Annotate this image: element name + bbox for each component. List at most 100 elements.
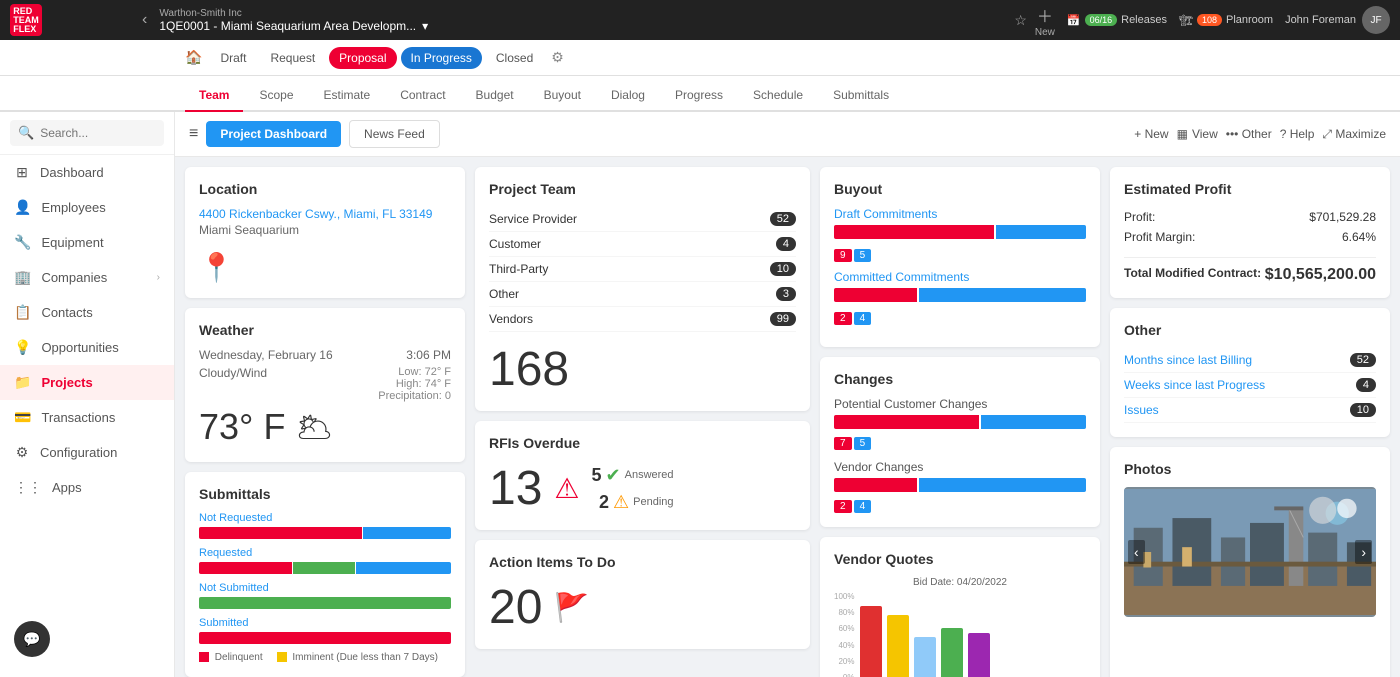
project-selector[interactable]: 1QE0001 - Miami Seaquarium Area Developm… bbox=[159, 19, 1006, 33]
toolbar-right: + New ▦ View ••• Other ? Help ⤢ Maximize bbox=[1134, 127, 1386, 142]
menu-icon-button[interactable]: ≡ bbox=[189, 125, 198, 143]
vendor-red-bar bbox=[834, 478, 917, 492]
not-requested-label[interactable]: Not Requested bbox=[199, 512, 451, 524]
other-button[interactable]: ••• Other bbox=[1226, 127, 1272, 141]
dropdown-icon[interactable]: ▾ bbox=[422, 19, 428, 33]
requested-label[interactable]: Requested bbox=[199, 547, 451, 559]
weather-title: Weather bbox=[199, 322, 451, 338]
answered-label: Answered bbox=[625, 469, 674, 481]
new-button[interactable]: ＋ New bbox=[1035, 3, 1055, 38]
not-submitted-label[interactable]: Not Submitted bbox=[199, 582, 451, 594]
settings-icon[interactable]: ⚙ bbox=[551, 49, 564, 66]
sidebar: 🔍 ⊞ Dashboard 👤 Employees 🔧 Equipment 🏢 … bbox=[0, 112, 175, 677]
weather-card: Weather Wednesday, February 16 3:06 PM C… bbox=[185, 308, 465, 462]
stage-draft[interactable]: Draft bbox=[210, 47, 256, 69]
issues-label[interactable]: Issues bbox=[1124, 403, 1159, 417]
stage-proposal[interactable]: Proposal bbox=[329, 47, 396, 69]
sidebar-item-employees[interactable]: 👤 Employees bbox=[0, 190, 174, 225]
submittal-not-requested: Not Requested bbox=[199, 512, 451, 539]
sidebar-item-companies[interactable]: 🏢 Companies › bbox=[0, 260, 174, 295]
draft-commitments-label[interactable]: Draft Commitments bbox=[834, 207, 1086, 221]
new-label: New bbox=[1035, 27, 1055, 38]
sidebar-item-equipment[interactable]: 🔧 Equipment bbox=[0, 225, 174, 260]
stage-closed[interactable]: Closed bbox=[486, 47, 543, 69]
tab-budget[interactable]: Budget bbox=[462, 80, 528, 112]
other-card: Other Months since last Billing 52 Weeks… bbox=[1110, 308, 1390, 437]
favorite-button[interactable]: ☆ bbox=[1014, 12, 1027, 29]
weather-condition: Cloudy/Wind bbox=[199, 366, 267, 402]
col-3: Buyout Draft Commitments 9 5 Committed C… bbox=[820, 167, 1100, 677]
chat-bubble-button[interactable]: 💬 bbox=[14, 621, 50, 657]
submitted-label[interactable]: Submitted bbox=[199, 617, 451, 629]
billing-label[interactable]: Months since last Billing bbox=[1124, 353, 1252, 367]
sidebar-item-transactions[interactable]: 💳 Transactions bbox=[0, 400, 174, 435]
tab-estimate[interactable]: Estimate bbox=[310, 80, 385, 112]
photo-next-button[interactable]: › bbox=[1355, 540, 1372, 564]
location-name: Miami Seaquarium bbox=[199, 223, 451, 237]
buyout-card: Buyout Draft Commitments 9 5 Committed C… bbox=[820, 167, 1100, 347]
not-submitted-bar bbox=[199, 597, 451, 609]
changes-title: Changes bbox=[834, 371, 1086, 387]
employees-icon: 👤 bbox=[14, 199, 31, 216]
stage-inprogress[interactable]: In Progress bbox=[401, 47, 482, 69]
imminent-legend: Imminent (Due less than 7 Days) bbox=[277, 652, 438, 663]
planroom-group[interactable]: 🏗 108 Planroom bbox=[1179, 14, 1273, 27]
sidebar-item-contacts[interactable]: 📋 Contacts bbox=[0, 295, 174, 330]
new-toolbar-button[interactable]: + New bbox=[1134, 127, 1168, 141]
committed-commitments-label[interactable]: Committed Commitments bbox=[834, 270, 1086, 284]
search-input[interactable] bbox=[40, 126, 156, 140]
view-label: View bbox=[1192, 127, 1218, 141]
home-icon[interactable]: 🏠 bbox=[185, 49, 202, 66]
sidebar-item-apps[interactable]: ⋮⋮ Apps bbox=[0, 470, 174, 505]
maximize-button[interactable]: ⤢ Maximize bbox=[1322, 127, 1386, 142]
location-address[interactable]: 4400 Rickenbacker Cswy., Miami, FL 33149 bbox=[199, 207, 451, 221]
tab-progress[interactable]: Progress bbox=[661, 80, 737, 112]
tab-buyout[interactable]: Buyout bbox=[530, 80, 595, 112]
vendor-numbers: 2 4 bbox=[834, 500, 1086, 513]
weather-details: Low: 72° F High: 74° F Precipitation: 0 bbox=[378, 366, 451, 402]
sidebar-label-transactions: Transactions bbox=[41, 410, 115, 425]
project-dashboard-button[interactable]: Project Dashboard bbox=[206, 121, 341, 147]
user-avatar[interactable]: JF bbox=[1362, 6, 1390, 34]
releases-group[interactable]: 📅 06/16 Releases bbox=[1067, 14, 1167, 27]
contract-value: $10,565,200.00 bbox=[1265, 266, 1376, 284]
contacts-icon: 📋 bbox=[14, 304, 31, 321]
view-button[interactable]: ▦ View bbox=[1177, 127, 1218, 141]
news-feed-button[interactable]: News Feed bbox=[349, 120, 440, 148]
customer-blue-num: 5 bbox=[854, 437, 872, 450]
sidebar-item-opportunities[interactable]: 💡 Opportunities bbox=[0, 330, 174, 365]
progress-label[interactable]: Weeks since last Progress bbox=[1124, 378, 1265, 392]
photo-prev-button[interactable]: ‹ bbox=[1128, 540, 1145, 564]
tab-dialog[interactable]: Dialog bbox=[597, 80, 659, 112]
sidebar-item-configuration[interactable]: ⚙ Configuration bbox=[0, 435, 174, 470]
team-row-vendors: Vendors 99 bbox=[489, 307, 796, 332]
weather-high: High: 74° F bbox=[378, 378, 451, 390]
weather-day: Wednesday, February 16 bbox=[199, 348, 333, 362]
col-4: Estimated Profit Profit: $701,529.28 Pro… bbox=[1110, 167, 1390, 677]
photo-placeholder bbox=[1124, 487, 1376, 617]
imminent-color bbox=[277, 652, 287, 662]
vendor-blue-num: 4 bbox=[854, 500, 872, 513]
progress-count: 4 bbox=[1356, 378, 1376, 392]
tab-scope[interactable]: Scope bbox=[245, 80, 307, 112]
margin-value: 6.64% bbox=[1342, 230, 1376, 244]
map-pin-icon: 📍 bbox=[199, 251, 451, 284]
dashboard-icon: ⊞ bbox=[14, 164, 30, 181]
tab-contract[interactable]: Contract bbox=[386, 80, 459, 112]
tab-team[interactable]: Team bbox=[185, 80, 243, 112]
nav-back-button[interactable]: ‹ bbox=[138, 9, 151, 31]
sidebar-label-opportunities: Opportunities bbox=[41, 340, 118, 355]
sidebar-item-projects[interactable]: 📁 Projects bbox=[0, 365, 174, 400]
equipment-icon: 🔧 bbox=[14, 234, 31, 251]
card-grid: Location 4400 Rickenbacker Cswy., Miami,… bbox=[175, 157, 1400, 677]
stage-request[interactable]: Request bbox=[260, 47, 325, 69]
help-button[interactable]: ? Help bbox=[1280, 127, 1315, 141]
sidebar-item-dashboard[interactable]: ⊞ Dashboard bbox=[0, 155, 174, 190]
sidebar-label-employees: Employees bbox=[41, 200, 105, 215]
tab-submittals[interactable]: Submittals bbox=[819, 80, 903, 112]
committed-blue-num: 4 bbox=[854, 312, 872, 325]
sidebar-label-contacts: Contacts bbox=[41, 305, 92, 320]
team-row-customer: Customer 4 bbox=[489, 232, 796, 257]
submittal-not-submitted: Not Submitted bbox=[199, 582, 451, 609]
tab-schedule[interactable]: Schedule bbox=[739, 80, 817, 112]
